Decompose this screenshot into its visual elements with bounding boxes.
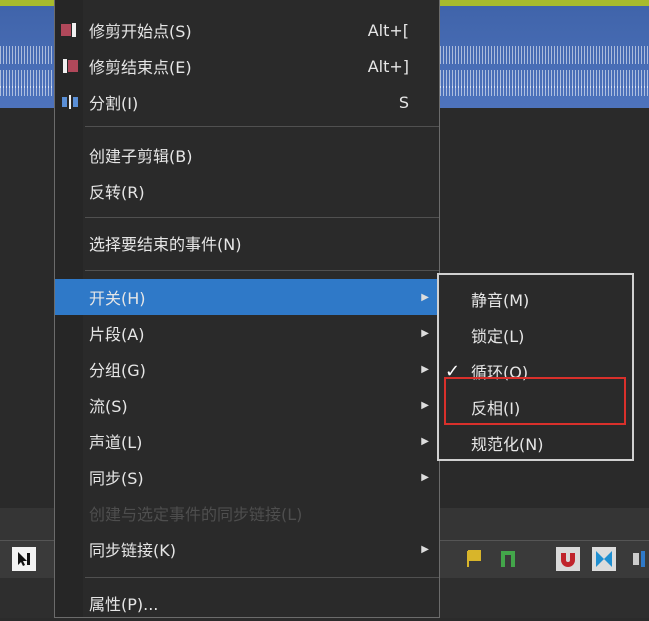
menu-item-sync-link[interactable]: 同步链接(K) ▶ bbox=[55, 531, 439, 567]
menu-item-label: 片段(A) bbox=[89, 325, 145, 344]
menu-item-label: 开关(H) bbox=[89, 289, 146, 308]
waveform-lane bbox=[440, 46, 649, 64]
menu-item-label: 修剪结束点(E) bbox=[89, 58, 192, 77]
trim-start-icon bbox=[61, 23, 76, 37]
menu-separator bbox=[85, 217, 439, 218]
menu-item-switches[interactable]: 开关(H) ▶ bbox=[55, 279, 439, 315]
highlight-annotation-box bbox=[444, 377, 626, 425]
menu-item-synchronize[interactable]: 同步(S) ▶ bbox=[55, 459, 439, 495]
submenu-item-normalize[interactable]: 规范化(N) bbox=[439, 425, 632, 461]
event-header bbox=[440, 0, 649, 6]
menu-item-label: 创建子剪辑(B) bbox=[89, 147, 193, 166]
audio-waveform-right[interactable] bbox=[440, 0, 649, 108]
menu-item-shortcut: S bbox=[398, 92, 409, 112]
submenu-arrow-icon: ▶ bbox=[421, 435, 429, 447]
trim-end-icon bbox=[63, 59, 78, 73]
submenu-arrow-icon: ▶ bbox=[421, 327, 429, 339]
submenu-arrow-icon: ▶ bbox=[421, 543, 429, 555]
submenu-arrow-icon: ▶ bbox=[421, 363, 429, 375]
menu-item-label: 反转(R) bbox=[89, 183, 145, 202]
menu-item-label: 分组(G) bbox=[89, 361, 146, 380]
menu-item-trim-start[interactable]: 修剪开始点(S) Alt+[ bbox=[55, 12, 439, 48]
submenu-item-label: 规范化(N) bbox=[471, 435, 544, 454]
menu-item-select-events-to-end[interactable]: 选择要结束的事件(N) bbox=[55, 225, 439, 261]
menu-item-reverse[interactable]: 反转(R) bbox=[55, 173, 439, 209]
menu-item-label: 创建与选定事件的同步链接(L) bbox=[89, 505, 303, 524]
menu-item-properties[interactable]: 属性(P)... bbox=[55, 585, 439, 621]
menu-separator bbox=[85, 577, 439, 578]
menu-item-label: 选择要结束的事件(N) bbox=[89, 235, 242, 254]
menu-separator bbox=[85, 270, 439, 271]
menu-item-channels[interactable]: 声道(L) ▶ bbox=[55, 423, 439, 459]
event-context-menu: 修剪开始点(S) Alt+[ 修剪结束点(E) Alt+] 分割(I) S 创建… bbox=[54, 0, 440, 618]
submenu-item-lock[interactable]: 锁定(L) bbox=[439, 317, 632, 353]
menu-item-label: 修剪开始点(S) bbox=[89, 22, 192, 41]
menu-item-trim-end[interactable]: 修剪结束点(E) Alt+] bbox=[55, 48, 439, 84]
menu-item-label: 同步(S) bbox=[89, 469, 144, 488]
menu-item-create-subclip[interactable]: 创建子剪辑(B) bbox=[55, 137, 439, 173]
ripple-edit-icon[interactable] bbox=[628, 547, 649, 571]
menu-item-group[interactable]: 分组(G) ▶ bbox=[55, 351, 439, 387]
switches-submenu: 静音(M) 锁定(L) ✓ 循环(O) 反相(I) 规范化(N) bbox=[437, 273, 634, 461]
auto-crossfade-icon[interactable] bbox=[592, 547, 616, 571]
normal-edit-tool-icon[interactable] bbox=[12, 547, 36, 571]
submenu-arrow-icon: ▶ bbox=[421, 399, 429, 411]
region-icon[interactable] bbox=[496, 547, 520, 571]
menu-item-split[interactable]: 分割(I) S bbox=[55, 84, 439, 120]
submenu-item-mute[interactable]: 静音(M) bbox=[439, 281, 632, 317]
waveform-lane bbox=[0, 86, 54, 96]
waveform-lane bbox=[0, 46, 54, 64]
submenu-item-label: 锁定(L) bbox=[471, 327, 525, 346]
menu-item-stream[interactable]: 流(S) ▶ bbox=[55, 387, 439, 423]
audio-waveform-left[interactable] bbox=[0, 0, 54, 108]
menu-item-label: 声道(L) bbox=[89, 433, 143, 452]
event-header bbox=[0, 0, 54, 6]
marker-icon[interactable] bbox=[462, 547, 486, 571]
menu-item-label: 分割(I) bbox=[89, 94, 139, 113]
submenu-arrow-icon: ▶ bbox=[421, 291, 429, 303]
submenu-arrow-icon: ▶ bbox=[421, 471, 429, 483]
menu-separator bbox=[85, 126, 439, 127]
menu-item-take[interactable]: 片段(A) ▶ bbox=[55, 315, 439, 351]
menu-item-label: 流(S) bbox=[89, 397, 128, 416]
menu-item-create-sync-link: 创建与选定事件的同步链接(L) bbox=[55, 495, 439, 531]
split-icon bbox=[62, 95, 78, 109]
menu-item-shortcut: Alt+[ bbox=[367, 20, 409, 40]
menu-item-shortcut: Alt+] bbox=[367, 56, 409, 76]
menu-item-label: 属性(P)... bbox=[89, 595, 159, 614]
snapping-magnet-icon[interactable] bbox=[556, 547, 580, 571]
submenu-item-label: 静音(M) bbox=[471, 291, 530, 310]
waveform-lane bbox=[440, 86, 649, 96]
menu-item-label: 同步链接(K) bbox=[89, 541, 176, 560]
